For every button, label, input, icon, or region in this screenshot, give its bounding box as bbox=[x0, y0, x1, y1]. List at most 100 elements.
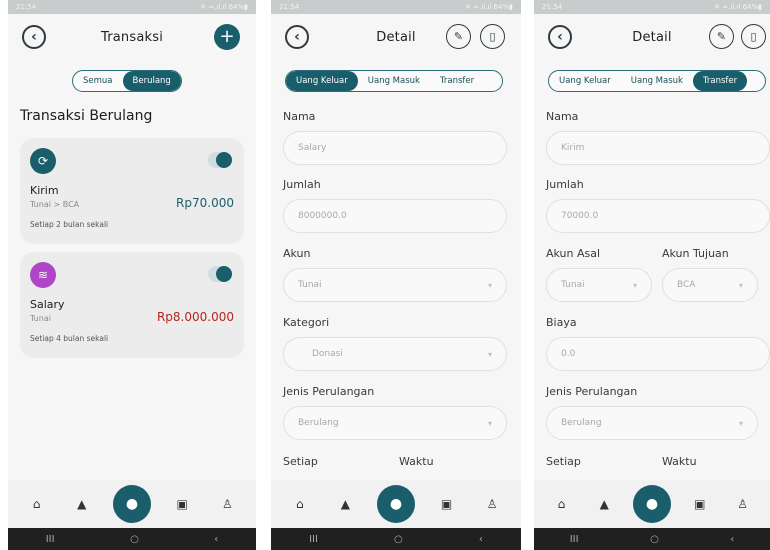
system-nav: III ○ ‹ bbox=[534, 528, 770, 550]
bottom-nav: ⌂ ▲ ● ▣ ♙ bbox=[8, 480, 256, 528]
add-transaction-button[interactable]: + bbox=[214, 24, 240, 50]
jumlah-input[interactable]: 8000000.0 bbox=[283, 199, 507, 233]
recent-apps-button[interactable]: III bbox=[309, 534, 318, 545]
akun-asal-value: Tunai bbox=[561, 280, 585, 290]
recurring-card-salary[interactable]: ≋ Salary Tunai Rp8.000.000 Setiap 4 bula… bbox=[20, 252, 244, 358]
home-button[interactable]: ○ bbox=[130, 534, 139, 545]
home-button[interactable]: ○ bbox=[394, 534, 403, 545]
card-account: Tunai bbox=[30, 314, 51, 323]
recurring-card-kirim[interactable]: ⟳ Kirim Tunai > BCA Rp70.000 Setiap 2 bu… bbox=[20, 138, 244, 244]
app-bar: ‹ Detail ✎ ▯ bbox=[271, 14, 521, 60]
page-title: Transaksi bbox=[100, 29, 164, 45]
home-icon[interactable]: ⌂ bbox=[547, 497, 575, 511]
status-time: 21:54 bbox=[279, 3, 300, 11]
nama-input[interactable]: Kirim bbox=[546, 131, 770, 165]
akun-asal-select[interactable]: Tunai ▾ bbox=[546, 268, 652, 302]
mic-icon[interactable]: ● bbox=[376, 485, 415, 523]
tab-uang-masuk[interactable]: Uang Masuk bbox=[358, 71, 430, 91]
back-button[interactable]: ‹ bbox=[548, 25, 572, 49]
tab-uang-keluar[interactable]: Uang Keluar bbox=[286, 71, 358, 91]
screenshot-collage: 21:54 ✕ ≈.ıl.ıl 64%▮ ‹ Transaksi + Semua… bbox=[0, 0, 770, 550]
plus-icon: + bbox=[219, 26, 235, 47]
card-account: Tunai > BCA bbox=[30, 200, 80, 209]
trash-icon: ▯ bbox=[750, 30, 757, 43]
active-toggle[interactable] bbox=[208, 266, 232, 282]
kategori-label: Kategori bbox=[283, 316, 330, 329]
home-icon[interactable]: ⌂ bbox=[23, 497, 51, 511]
card-frequency: Setiap 2 bulan sekali bbox=[30, 220, 109, 229]
system-nav: III ○ ‹ bbox=[8, 528, 256, 550]
jenis-value: Berulang bbox=[298, 418, 339, 428]
system-back-button[interactable]: ‹ bbox=[479, 534, 483, 545]
jenis-select[interactable]: Berulang ▾ bbox=[546, 406, 758, 440]
tab-semua[interactable]: Semua bbox=[73, 71, 123, 91]
wallet-icon[interactable]: ▣ bbox=[168, 497, 196, 511]
home-icon[interactable]: ⌂ bbox=[286, 497, 314, 511]
mic-icon[interactable]: ● bbox=[632, 485, 671, 523]
back-button[interactable]: ‹ bbox=[22, 25, 46, 49]
active-toggle[interactable] bbox=[208, 152, 232, 168]
recent-apps-button[interactable]: III bbox=[570, 534, 579, 545]
akun-tujuan-value: BCA bbox=[677, 280, 696, 290]
akun-asal-label: Akun Asal bbox=[546, 247, 601, 260]
jenis-label: Jenis Perulangan bbox=[283, 385, 375, 398]
user-icon[interactable]: ♙ bbox=[213, 497, 241, 511]
tab-uang-masuk[interactable]: Uang Masuk bbox=[621, 71, 693, 91]
tab-transfer[interactable]: Transfer bbox=[430, 71, 484, 91]
kategori-select[interactable]: Donasi ▾ bbox=[283, 337, 507, 371]
transaksi-screen: 21:54 ✕ ≈.ıl.ıl 64%▮ ‹ Transaksi + Semua… bbox=[8, 0, 256, 550]
recent-apps-button[interactable]: III bbox=[46, 534, 55, 545]
jumlah-label: Jumlah bbox=[283, 178, 321, 191]
akun-select[interactable]: Tunai ▾ bbox=[283, 268, 507, 302]
chevron-down-icon: ▾ bbox=[487, 349, 492, 359]
status-bar: 21:54 ✕ ≈.ıl.ıl 64%▮ bbox=[534, 0, 770, 14]
mic-icon[interactable]: ● bbox=[112, 485, 151, 523]
status-indicators: ✕ ≈.ıl.ıl 64%▮ bbox=[200, 3, 248, 11]
pencil-icon: ✎ bbox=[716, 30, 727, 43]
kategori-value: Donasi bbox=[312, 349, 343, 359]
user-icon[interactable]: ♙ bbox=[729, 497, 757, 511]
tab-uang-keluar[interactable]: Uang Keluar bbox=[549, 71, 621, 91]
chart-icon[interactable]: ▲ bbox=[590, 497, 618, 511]
salary-icon: ≋ bbox=[30, 262, 56, 288]
status-time: 21:54 bbox=[542, 3, 563, 11]
chevron-down-icon: ▾ bbox=[738, 418, 743, 428]
edit-button[interactable]: ✎ bbox=[446, 24, 471, 49]
wallet-icon[interactable]: ▣ bbox=[686, 497, 714, 511]
edit-button[interactable]: ✎ bbox=[709, 24, 734, 49]
nama-label: Nama bbox=[283, 110, 316, 123]
chevron-left-icon: ‹ bbox=[31, 29, 37, 45]
akun-tujuan-select[interactable]: BCA ▾ bbox=[662, 268, 758, 302]
user-icon[interactable]: ♙ bbox=[478, 497, 506, 511]
pencil-icon: ✎ bbox=[453, 30, 464, 43]
status-bar: 21:54 ✕ ≈.ıl.ıl 64%▮ bbox=[8, 0, 256, 14]
status-bar: 21:54 ✕ ≈.ıl.ıl 64%▮ bbox=[271, 0, 521, 14]
system-back-button[interactable]: ‹ bbox=[214, 534, 218, 545]
system-back-button[interactable]: ‹ bbox=[730, 534, 734, 545]
chevron-left-icon: ‹ bbox=[294, 29, 300, 45]
delete-button[interactable]: ▯ bbox=[741, 24, 766, 49]
tab-transfer[interactable]: Transfer bbox=[692, 71, 748, 91]
status-indicators: ✕ ≈.ıl.ıl 64%▮ bbox=[714, 3, 762, 11]
biaya-input[interactable]: 0.0 bbox=[546, 337, 770, 371]
tab-berulang[interactable]: Berulang bbox=[122, 71, 181, 91]
wallet-icon[interactable]: ▣ bbox=[433, 497, 461, 511]
chevron-down-icon: ▾ bbox=[632, 280, 637, 290]
chart-icon[interactable]: ▲ bbox=[68, 497, 96, 511]
back-button[interactable]: ‹ bbox=[285, 25, 309, 49]
chevron-down-icon: ▾ bbox=[487, 418, 492, 428]
app-bar: ‹ Detail ✎ ▯ bbox=[534, 14, 770, 60]
nama-input[interactable]: Salary bbox=[283, 131, 507, 165]
jenis-value: Berulang bbox=[561, 418, 602, 428]
akun-label: Akun bbox=[283, 247, 311, 260]
delete-button[interactable]: ▯ bbox=[480, 24, 505, 49]
bottom-nav: ⌂ ▲ ● ▣ ♙ bbox=[271, 480, 521, 528]
jenis-select[interactable]: Berulang ▾ bbox=[283, 406, 507, 440]
jumlah-input[interactable]: 70000.0 bbox=[546, 199, 770, 233]
home-button[interactable]: ○ bbox=[650, 534, 659, 545]
transfer-icon: ⟳ bbox=[30, 148, 56, 174]
waktu-label: Waktu bbox=[399, 455, 434, 468]
chart-icon[interactable]: ▲ bbox=[331, 497, 359, 511]
detail-screen-transfer: 21:54 ✕ ≈.ıl.ıl 64%▮ ‹ Detail ✎ ▯ Uang K… bbox=[534, 0, 770, 550]
chevron-down-icon: ▾ bbox=[487, 280, 492, 290]
